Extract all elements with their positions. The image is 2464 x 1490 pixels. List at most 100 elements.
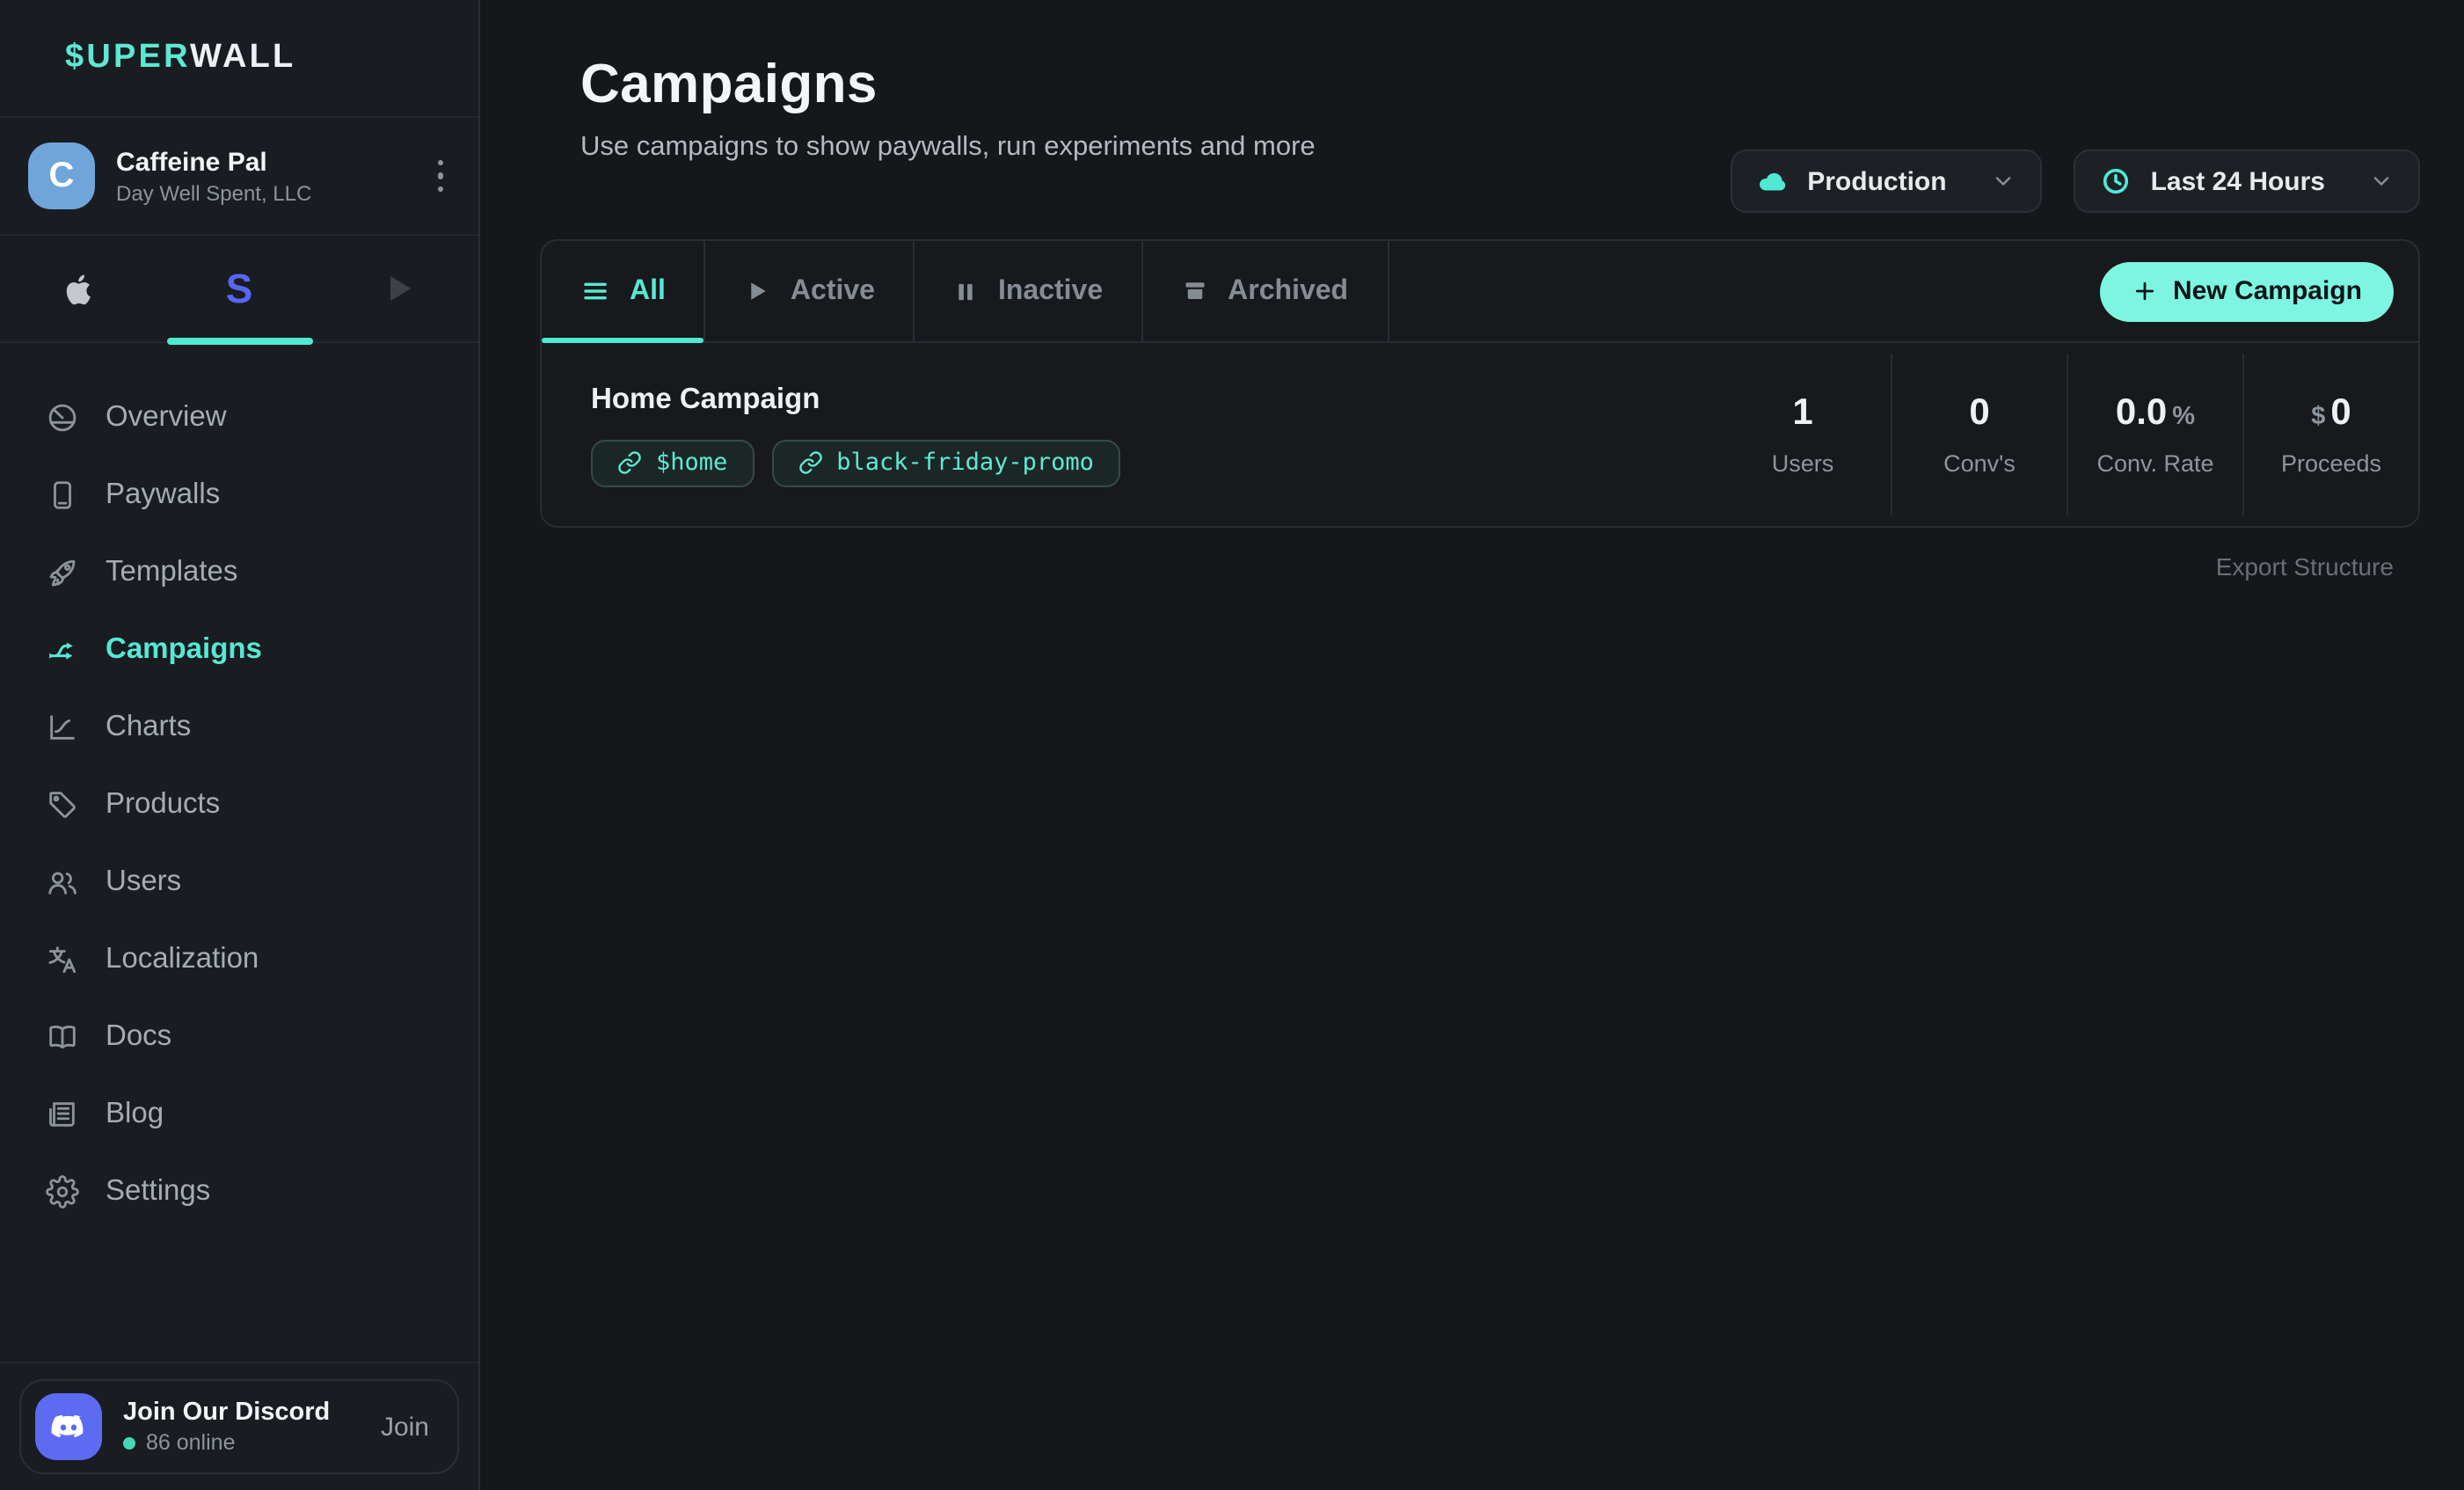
sidebar-item-label: Blog (106, 1097, 164, 1130)
sidebar-item-label: Products (106, 787, 220, 821)
stat-label: Conv's (1943, 450, 2016, 477)
platform-tab-superwall[interactable]: S (159, 236, 318, 341)
sidebar-item-paywalls[interactable]: Paywalls (0, 456, 478, 533)
newspaper-icon (46, 1097, 79, 1130)
platform-tab-apple[interactable] (0, 236, 159, 341)
sidebar-item-localization[interactable]: Localization (0, 920, 478, 997)
tab-all[interactable]: All (542, 241, 706, 341)
campaign-tabs: All Active Inactive (542, 241, 2418, 343)
discord-icon (35, 1393, 102, 1460)
stat-proceeds: $0 Proceeds (2242, 354, 2418, 515)
campaign-row[interactable]: Home Campaign $home black-fr (542, 343, 2418, 526)
sidebar-item-label: Settings (106, 1174, 210, 1208)
stat-users: 1 Users (1715, 354, 1891, 515)
account-meta: Caffeine Pal Day Well Spent, LLC (116, 147, 409, 205)
environment-dropdown[interactable]: Production (1730, 150, 2041, 213)
plus-icon (2132, 278, 2159, 304)
online-count: 86 online (146, 1430, 236, 1455)
stat-value: 0 (1969, 392, 1989, 435)
discord-join-button[interactable]: Join (381, 1412, 429, 1442)
discord-meta: Join Our Discord 86 online (123, 1399, 330, 1455)
tab-archived[interactable]: Archived (1143, 241, 1389, 341)
campaigns-card: All Active Inactive (540, 239, 2420, 528)
sidebar-item-label: Charts (106, 710, 191, 743)
kebab-menu-icon[interactable] (430, 150, 450, 203)
export-structure-link[interactable]: Export Structure (2216, 552, 2394, 581)
sidebar-item-charts[interactable]: Charts (0, 688, 478, 765)
rocket-icon (46, 555, 79, 588)
stat-label: Proceeds (2281, 450, 2381, 477)
stat-value: 1 (1792, 392, 1812, 435)
tabs-spacer (1389, 241, 2101, 341)
export-row: Export Structure (540, 552, 2394, 581)
superwall-logo: $UPERWALL (65, 39, 295, 77)
placement-label: $home (656, 449, 727, 477)
platform-active-underline (167, 338, 313, 345)
main-content: Campaigns Use campaigns to show paywalls… (480, 0, 2464, 1490)
stat-suffix: % (2172, 403, 2195, 431)
gauge-icon (46, 400, 79, 434)
stat-conversions: 0 Conv's (1891, 354, 2067, 515)
stat-conversion-rate: 0.0% Conv. Rate (2067, 354, 2242, 515)
stat-value: $0 (2311, 392, 2351, 435)
phone-icon (46, 478, 79, 511)
sidebar-item-templates[interactable]: Templates (0, 533, 478, 610)
gear-icon (46, 1174, 79, 1208)
placement-pill[interactable]: $home (591, 439, 754, 486)
sidebar-item-settings[interactable]: Settings (0, 1152, 478, 1230)
platform-tab-google-play[interactable] (319, 236, 478, 341)
campaign-placements: $home black-friday-promo (591, 439, 1120, 486)
campaign-info: Home Campaign $home black-fr (591, 383, 1120, 486)
sidebar: $UPERWALL C Caffeine Pal Day Well Spent,… (0, 0, 480, 1490)
campaign-stats: 1 Users 0 Conv's 0.0% Conv. Rate $0 Proc… (1715, 354, 2418, 515)
clock-icon (2100, 165, 2132, 197)
account-company: Day Well Spent, LLC (116, 180, 409, 205)
discord-card[interactable]: Join Our Discord 86 online Join (19, 1379, 459, 1474)
play-icon (745, 278, 771, 304)
stat-label: Conv. Rate (2096, 450, 2213, 477)
discord-title: Join Our Discord (123, 1399, 330, 1427)
tab-label: Active (791, 275, 875, 307)
sidebar-item-docs[interactable]: Docs (0, 997, 478, 1075)
apple-icon (62, 269, 98, 308)
superwall-s-icon: S (226, 265, 253, 312)
link-icon (617, 450, 642, 475)
tag-icon (46, 787, 79, 821)
stat-value: 0.0% (2116, 392, 2195, 435)
users-icon (46, 865, 79, 898)
book-icon (46, 1019, 79, 1053)
logo-rest-text: WALL (190, 39, 295, 76)
placement-pill[interactable]: black-friday-promo (771, 439, 1120, 486)
sidebar-item-campaigns[interactable]: Campaigns (0, 610, 478, 688)
new-campaign-label: New Campaign (2173, 276, 2362, 306)
stat-label: Users (1772, 450, 1834, 477)
tab-inactive[interactable]: Inactive (915, 241, 1143, 341)
tab-label: Archived (1228, 275, 1348, 307)
filters: Production Last 24 Hours (1730, 150, 2420, 213)
sidebar-item-products[interactable]: Products (0, 765, 478, 843)
sidebar-item-label: Users (106, 865, 181, 898)
sidebar-item-users[interactable]: Users (0, 843, 478, 920)
sidebar-item-blog[interactable]: Blog (0, 1075, 478, 1152)
google-play-icon (381, 271, 416, 306)
time-range-dropdown[interactable]: Last 24 Hours (2074, 150, 2420, 213)
chart-icon (46, 710, 79, 743)
account-switcher[interactable]: C Caffeine Pal Day Well Spent, LLC (0, 118, 478, 236)
tab-label: All (630, 275, 666, 307)
translate-icon (46, 942, 79, 975)
page-title: Campaigns (580, 53, 2420, 116)
online-dot (123, 1436, 135, 1449)
new-campaign-button[interactable]: New Campaign (2101, 261, 2394, 321)
environment-value: Production (1807, 166, 1946, 196)
sidebar-item-label: Localization (106, 942, 259, 975)
sidebar-item-label: Docs (106, 1019, 171, 1053)
sidebar-nav: Overview Paywalls Templates Campaigns (0, 343, 478, 1230)
sidebar-item-label: Overview (106, 400, 227, 434)
logo-accent-text: $UPER (65, 39, 190, 76)
sidebar-item-overview[interactable]: Overview (0, 378, 478, 456)
time-range-value: Last 24 Hours (2151, 166, 2325, 196)
tab-active[interactable]: Active (706, 241, 915, 341)
archive-icon (1182, 278, 1208, 304)
sidebar-item-label: Paywalls (106, 478, 220, 511)
account-name: Caffeine Pal (116, 147, 409, 177)
